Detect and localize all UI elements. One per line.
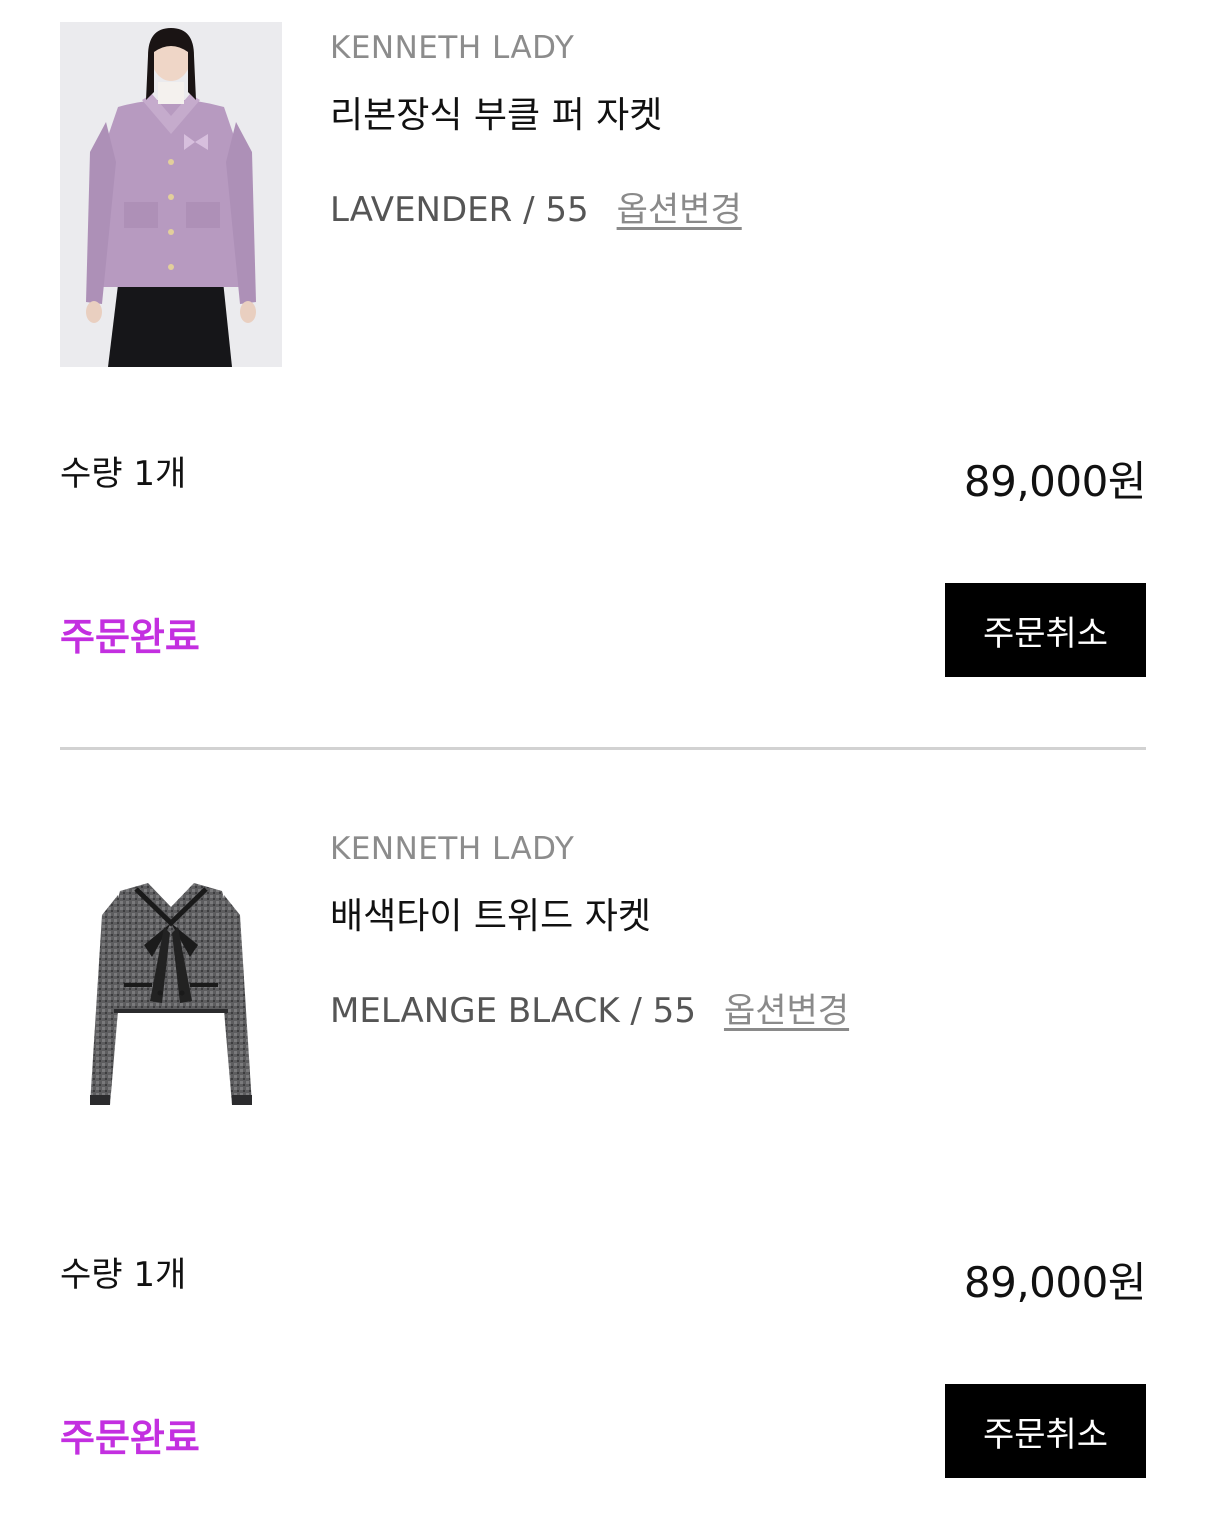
quantity-label: 수량 1개: [60, 454, 187, 494]
option-row: LAVENDER / 55 옵션변경: [330, 182, 742, 231]
divider: [60, 747, 1146, 750]
price: 89,000원: [963, 1258, 1147, 1307]
product-image[interactable]: [60, 823, 282, 1168]
order-item: KENNETH LADY 리본장식 부클 퍼 자켓 LAVENDER / 55 …: [60, 22, 1147, 712]
product-image[interactable]: [60, 22, 282, 367]
product-name[interactable]: 배색타이 트위드 자켓: [330, 887, 651, 939]
option-row: MELANGE BLACK / 55 옵션변경: [330, 983, 849, 1032]
product-name[interactable]: 리본장식 부클 퍼 자켓: [330, 86, 662, 138]
option-text: MELANGE BLACK / 55: [330, 991, 696, 1031]
order-status: 주문완료: [60, 615, 200, 659]
brand-name: KENNETH LADY: [330, 831, 575, 867]
product-photo-tweed-jacket: [90, 883, 252, 1105]
order-item: KENNETH LADY 배색타이 트위드 자켓 MELANGE BLACK /…: [60, 823, 1147, 1513]
price: 89,000원: [963, 457, 1147, 506]
cancel-order-button[interactable]: 주문취소: [945, 1384, 1146, 1478]
quantity-label: 수량 1개: [60, 1255, 187, 1295]
order-status: 주문완료: [60, 1416, 200, 1460]
change-option-link[interactable]: 옵션변경: [724, 983, 849, 1032]
option-text: LAVENDER / 55: [330, 190, 589, 230]
product-photo-lavender-jacket: [60, 22, 282, 367]
cancel-order-button[interactable]: 주문취소: [945, 583, 1146, 677]
brand-name: KENNETH LADY: [330, 30, 575, 66]
change-option-link[interactable]: 옵션변경: [617, 182, 742, 231]
